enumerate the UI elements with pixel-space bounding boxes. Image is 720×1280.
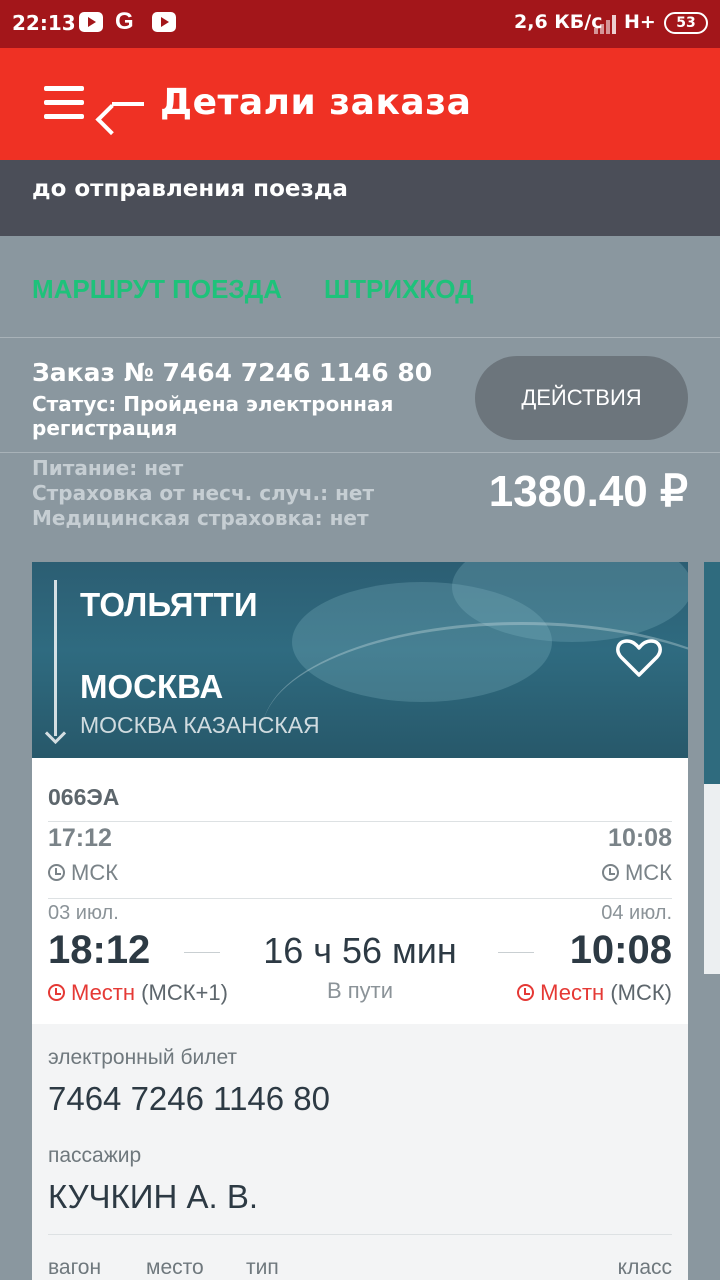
ticket-number: 7464 7246 1146 80	[48, 1080, 330, 1117]
order-status: Статус: Пройдена электронная регистрация	[32, 392, 394, 440]
ticket-card[interactable]: ТОЛЬЯТТИ МОСКВА МОСКВА КАЗАНСКАЯ 066ЭА 1…	[32, 562, 688, 1280]
duration-line	[498, 952, 534, 953]
arrival-msk-tz: МСК	[601, 860, 672, 886]
youtube-icon	[152, 12, 176, 32]
heart-outline-icon[interactable]	[616, 638, 662, 678]
duration-line	[184, 952, 220, 953]
departure-city: ТОЛЬЯТТИ	[80, 586, 258, 623]
divider	[0, 452, 720, 453]
google-icon: G	[115, 8, 134, 35]
arrow-left-icon[interactable]	[95, 88, 146, 136]
order-links: МАРШРУТ ПОЕЗДА ШТРИХКОД	[0, 236, 720, 338]
medical-insurance-info: Медицинская страховка: нет	[32, 506, 369, 530]
arrival-station: МОСКВА КАЗАНСКАЯ	[80, 712, 320, 738]
order-summary: Заказ № 7464 7246 1146 80 Статус: Пройде…	[0, 338, 720, 562]
route-header: ТОЛЬЯТТИ МОСКВА МОСКВА КАЗАНСКАЯ	[32, 562, 688, 758]
clock-icon	[48, 984, 65, 1001]
divider	[48, 821, 672, 822]
clock-icon	[601, 864, 619, 881]
clock-icon	[48, 864, 65, 881]
network-type: H+	[624, 11, 656, 33]
departure-banner: до отправления поезда	[0, 160, 720, 236]
divider	[48, 898, 672, 899]
next-card-edge	[704, 562, 720, 784]
ticket-type-label: электронный билет	[48, 1046, 238, 1069]
status-time: 22:13	[12, 11, 76, 35]
actions-button[interactable]: ДЕЙСТВИЯ	[475, 356, 688, 440]
departure-local-tz: Местн (МСК+1)	[48, 980, 228, 1006]
battery-icon: 53	[664, 12, 708, 34]
arrival-local-time: 10:08	[569, 928, 672, 972]
column-header-car: вагон	[48, 1256, 102, 1279]
divider	[48, 1234, 672, 1235]
column-header-class: класс	[617, 1256, 672, 1279]
arrival-local-tz: Местн (МСК)	[517, 980, 672, 1006]
order-number: Заказ № 7464 7246 1146 80	[32, 358, 433, 387]
next-card-edge	[704, 784, 720, 974]
banner-text: до отправления поезда	[32, 176, 348, 202]
route-line	[54, 580, 57, 736]
departure-date: 03 июл.	[48, 902, 119, 924]
signal-icon	[594, 14, 620, 34]
departure-msk-tz: МСК	[48, 860, 118, 886]
arrival-msk-time: 10:08	[608, 824, 672, 852]
column-header-type: тип	[246, 1256, 279, 1279]
arrival-city: МОСКВА	[80, 668, 224, 705]
clock-icon	[517, 984, 535, 1001]
hamburger-menu-icon[interactable]	[44, 86, 84, 120]
departure-local-time: 18:12	[48, 928, 151, 972]
network-speed: 2,6 КБ/с	[514, 11, 603, 33]
accident-insurance-info: Страховка от несч. случ.: нет	[32, 481, 375, 505]
meal-info: Питание: нет	[32, 456, 184, 480]
duration-label: В пути	[326, 978, 394, 1003]
train-route-link[interactable]: МАРШРУТ ПОЕЗДА	[32, 274, 282, 305]
arrival-date: 04 июл.	[601, 902, 672, 924]
column-header-seat: место	[146, 1256, 204, 1279]
train-number: 066ЭА	[48, 784, 120, 810]
arrow-down-icon	[44, 722, 67, 745]
barcode-link[interactable]: ШТРИХКОД	[324, 274, 474, 305]
travel-duration: 16 ч 56 мин	[263, 930, 457, 971]
order-price: 1380.40 ₽	[488, 467, 688, 516]
youtube-icon	[79, 12, 103, 32]
passenger-label: пассажир	[48, 1144, 142, 1167]
page-title: Детали заказа	[160, 82, 472, 123]
ticket-details: электронный билет 7464 7246 1146 80 пасс…	[32, 1024, 688, 1280]
app-bar: Детали заказа	[0, 48, 720, 160]
status-bar: 22:13 G 2,6 КБ/с H+ 53	[0, 0, 720, 48]
departure-msk-time: 17:12	[48, 824, 112, 852]
passenger-name: КУЧКИН А. В.	[48, 1178, 259, 1215]
